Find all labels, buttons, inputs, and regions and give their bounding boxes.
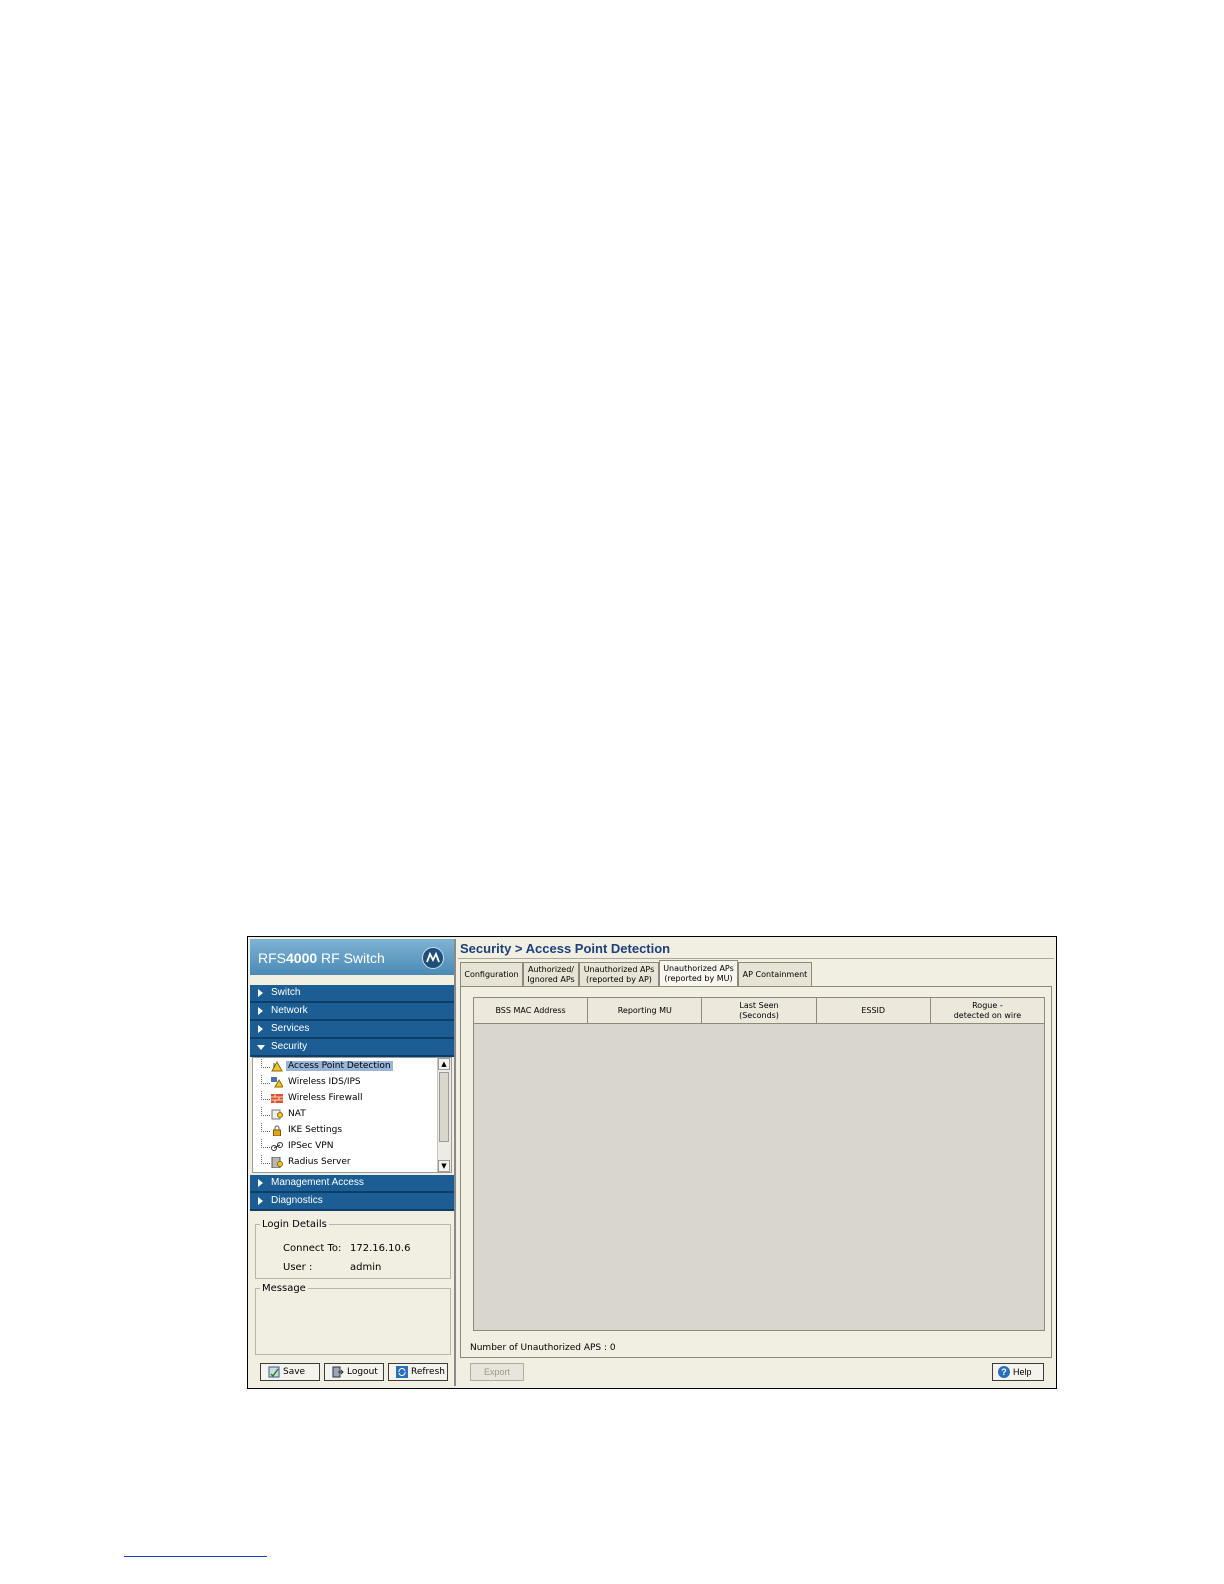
radius-server-icon <box>271 1156 283 1169</box>
tree-item-radius-server[interactable]: Radius Server <box>259 1155 439 1171</box>
navigation-panel: RFS4000 RF Switch Switch Network Service… <box>250 939 456 1386</box>
user-value: admin <box>350 1262 382 1273</box>
nav-security[interactable]: Security <box>250 1039 454 1057</box>
unauthorized-aps-table: BSS MAC Address Reporting MU Last Seen (… <box>473 997 1045 1331</box>
title-divider <box>458 958 1054 959</box>
unauthorized-count: Number of Unauthorized APS : 0 <box>470 1343 616 1353</box>
nav-switch[interactable]: Switch <box>250 985 454 1003</box>
expand-icon <box>258 989 263 997</box>
motorola-logo <box>422 947 444 969</box>
tree-item-ipsec-vpn[interactable]: IPSec VPN <box>259 1139 439 1155</box>
access-point-detection-icon <box>271 1060 283 1072</box>
scroll-thumb[interactable] <box>439 1072 449 1142</box>
app-window: RFS4000 RF Switch Switch Network Service… <box>247 936 1057 1389</box>
nav-network[interactable]: Network <box>250 1003 454 1021</box>
nav-diagnostics[interactable]: Diagnostics <box>250 1193 454 1211</box>
app-title: RFS4000 RF Switch <box>258 950 385 966</box>
column-header-bss-mac[interactable]: BSS MAC Address <box>474 998 589 1024</box>
brand-header: RFS4000 RF Switch <box>250 939 454 975</box>
column-header-last-seen[interactable]: Last Seen (Seconds) <box>702 998 817 1024</box>
column-header-reporting-mu[interactable]: Reporting MU <box>588 998 703 1024</box>
tree-item-ike-settings[interactable]: IKE Settings <box>259 1123 439 1139</box>
collapse-icon <box>257 1045 265 1050</box>
tab-unauthorized-aps-by-mu[interactable]: Unauthorized APs (reported by MU) <box>659 960 738 986</box>
logout-icon <box>332 1366 344 1378</box>
content-panel: Security > Access Point Detection Config… <box>458 939 1054 1386</box>
tab-ap-containment[interactable]: AP Containment <box>738 962 812 986</box>
firewall-icon <box>271 1093 283 1104</box>
wireless-ids-icon <box>271 1077 284 1088</box>
tab-authorized-ignored-aps[interactable]: Authorized/ Ignored APs <box>523 962 579 986</box>
nat-icon <box>271 1109 283 1120</box>
expand-icon <box>258 1179 263 1187</box>
tab-unauthorized-aps-by-ap[interactable]: Unauthorized APs (reported by AP) <box>579 962 659 986</box>
tree-item-wireless-ids-ips[interactable]: Wireless IDS/IPS <box>259 1075 439 1091</box>
nav-services[interactable]: Services <box>250 1021 454 1039</box>
help-button[interactable]: ? Help <box>992 1363 1044 1381</box>
refresh-button[interactable]: Refresh <box>388 1363 448 1381</box>
footnote-divider <box>124 1556 267 1557</box>
tree-item-access-point-detection[interactable]: Access Point Detection <box>259 1059 439 1075</box>
expand-icon <box>258 1197 263 1205</box>
security-tree: Access Point Detection Wireless IDS/IPS … <box>252 1057 452 1173</box>
tree-item-nat[interactable]: NAT <box>259 1107 439 1123</box>
save-button[interactable]: Save <box>260 1363 320 1381</box>
lock-icon <box>271 1125 283 1137</box>
export-button[interactable]: Export <box>470 1363 524 1381</box>
table-header: BSS MAC Address Reporting MU Last Seen (… <box>474 998 1045 1024</box>
user-label: User : <box>283 1262 313 1273</box>
column-header-essid[interactable]: ESSID <box>816 998 931 1024</box>
page-title: Security > Access Point Detection <box>460 941 671 956</box>
save-icon <box>268 1366 280 1378</box>
message-group: Message <box>255 1283 451 1355</box>
tab-configuration[interactable]: Configuration <box>460 962 523 986</box>
scroll-up-icon[interactable]: ▲ <box>438 1058 450 1070</box>
connect-to-value: 172.16.10.6 <box>350 1243 411 1254</box>
vpn-icon <box>271 1141 283 1152</box>
expand-icon <box>258 1025 263 1033</box>
expand-icon <box>258 1007 263 1015</box>
connect-to-label: Connect To: <box>283 1243 342 1254</box>
tab-content: BSS MAC Address Reporting MU Last Seen (… <box>460 986 1052 1358</box>
logout-button[interactable]: Logout <box>324 1363 384 1381</box>
tree-item-wireless-firewall[interactable]: Wireless Firewall <box>259 1091 439 1107</box>
tree-scrollbar[interactable]: ▲ ▼ <box>437 1058 451 1172</box>
nav-management-access[interactable]: Management Access <box>250 1175 454 1193</box>
help-icon: ? <box>998 1366 1010 1378</box>
refresh-icon <box>396 1366 408 1378</box>
scroll-down-icon[interactable]: ▼ <box>438 1160 450 1172</box>
column-header-rogue[interactable]: Rogue - detected on wire <box>930 998 1045 1024</box>
